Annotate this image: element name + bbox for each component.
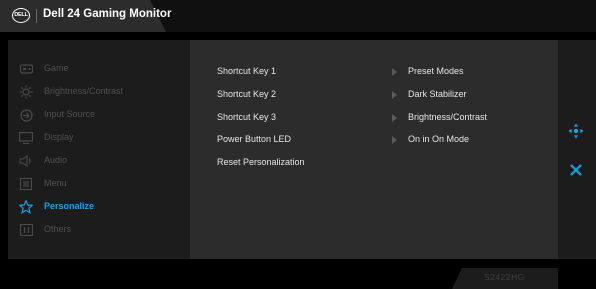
joystick-navigate-icon[interactable] xyxy=(568,123,584,139)
option-value: Brightness/Contrast xyxy=(408,112,488,122)
arrow-right-icon xyxy=(392,114,397,122)
option-label: Power Button LED xyxy=(217,134,292,144)
display-icon xyxy=(19,131,33,145)
menu-item-label: Personalize xyxy=(44,201,95,211)
monitor-title: Dell 24 Gaming Monitor xyxy=(43,8,172,20)
speaker-icon xyxy=(19,154,33,168)
menu-item-input-source[interactable]: Input Source xyxy=(8,105,190,125)
option-power-button-led[interactable]: Power Button LED On in On Mode xyxy=(217,130,547,150)
menu-icon xyxy=(19,177,33,191)
option-label: Shortcut Key 1 xyxy=(217,66,277,76)
menu-item-label: Display xyxy=(44,132,74,142)
option-label: Shortcut Key 3 xyxy=(217,112,277,122)
model-number: S2422HG xyxy=(484,272,525,282)
arrow-right-icon xyxy=(392,68,397,76)
star-icon xyxy=(19,200,33,214)
option-value: Preset Modes xyxy=(408,66,464,76)
option-shortcut-key-1[interactable]: Shortcut Key 1 Preset Modes xyxy=(217,62,547,82)
arrow-right-icon xyxy=(392,136,397,144)
option-value: On in On Mode xyxy=(408,134,470,144)
menu-item-label: Audio xyxy=(44,155,68,165)
menu-item-label: Brightness/Contrast xyxy=(44,86,124,96)
option-reset-personalization[interactable]: Reset Personalization xyxy=(217,153,547,173)
close-icon[interactable] xyxy=(569,163,583,177)
option-value: Dark Stabilizer xyxy=(408,89,467,99)
menu-item-label: Others xyxy=(44,224,72,234)
brightness-icon xyxy=(19,85,33,99)
menu-item-menu[interactable]: Menu xyxy=(8,174,190,194)
menu-item-label: Game xyxy=(44,63,69,73)
option-label: Reset Personalization xyxy=(217,157,305,167)
option-label: Shortcut Key 2 xyxy=(217,89,277,99)
menu-item-others[interactable]: Others xyxy=(8,220,190,240)
menu-item-brightness-contrast[interactable]: Brightness/Contrast xyxy=(8,82,190,102)
info-icon xyxy=(19,223,33,237)
menu-item-label: Input Source xyxy=(44,109,96,119)
option-shortcut-key-3[interactable]: Shortcut Key 3 Brightness/Contrast xyxy=(217,108,547,128)
gamepad-icon xyxy=(19,62,33,76)
menu-item-game[interactable]: Game xyxy=(8,59,190,79)
arrow-right-icon xyxy=(392,91,397,99)
menu-item-audio[interactable]: Audio xyxy=(8,151,190,171)
option-shortcut-key-2[interactable]: Shortcut Key 2 Dark Stabilizer xyxy=(217,85,547,105)
menu-item-label: Menu xyxy=(44,178,67,188)
menu-item-personalize[interactable]: Personalize xyxy=(8,197,190,217)
dell-logo: DELL xyxy=(12,8,30,23)
control-panel xyxy=(558,40,596,259)
menu-item-display[interactable]: Display xyxy=(8,128,190,148)
header-divider xyxy=(36,9,37,23)
input-source-icon xyxy=(19,108,33,122)
